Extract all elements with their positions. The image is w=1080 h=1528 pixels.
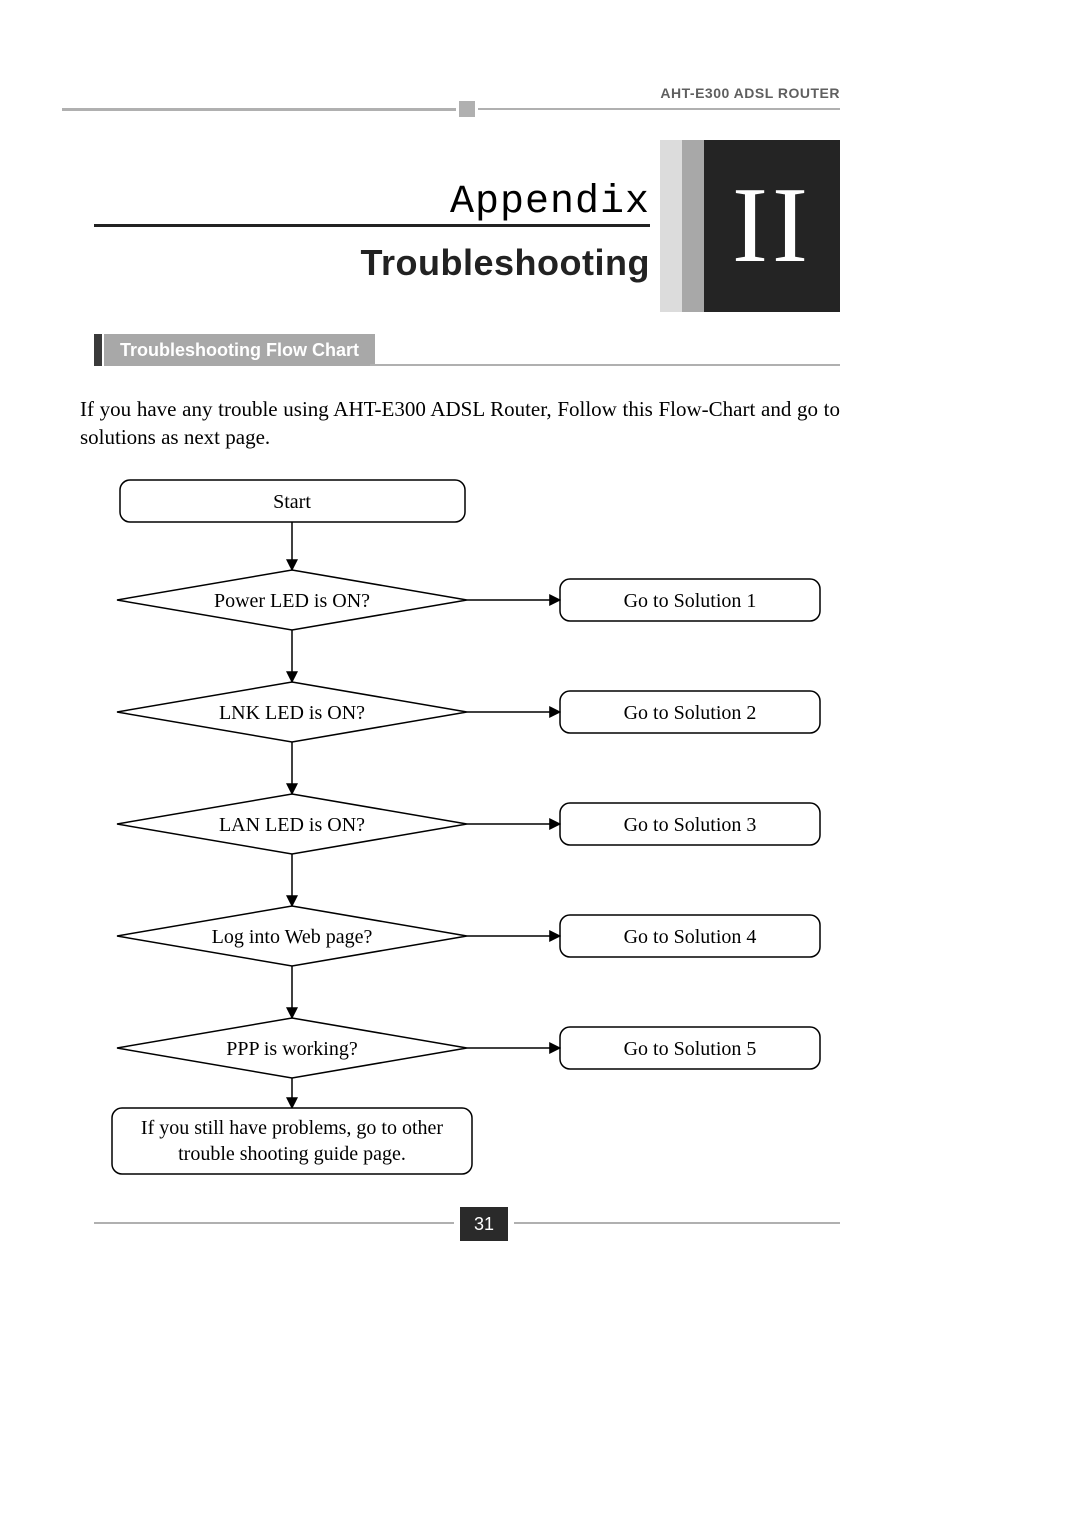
chapter-shade-mid xyxy=(682,140,704,312)
page-number: 31 xyxy=(454,1207,514,1241)
section-tab-label: Troubleshooting Flow Chart xyxy=(104,334,375,366)
header-rule-left xyxy=(62,108,456,111)
flow-solution-label-1: Go to Solution 2 xyxy=(624,702,757,724)
header-bumper xyxy=(456,101,478,117)
flow-decision-label-2: LAN LED is ON? xyxy=(219,814,365,836)
flow-solution-label-2: Go to Solution 3 xyxy=(624,814,757,836)
flow-solution-label-4: Go to Solution 5 xyxy=(624,1038,757,1060)
chapter-banner: II xyxy=(660,140,840,312)
flow-solution-label-3: Go to Solution 4 xyxy=(624,926,757,948)
flow-decision-label-3: Log into Web page? xyxy=(212,926,373,948)
intro-paragraph: If you have any trouble using AHT-E300 A… xyxy=(80,395,840,452)
section-tab-accent xyxy=(94,334,102,366)
flow-solution-label-0: Go to Solution 1 xyxy=(624,590,757,612)
chapter-shade-light xyxy=(660,140,682,312)
flow-decision-label-1: LNK LED is ON? xyxy=(219,702,365,724)
troubleshooting-flowchart: Start Power LED is ON? Go to Solution 1 LN… xyxy=(80,470,860,1200)
flow-decision-label-0: Power LED is ON? xyxy=(214,590,370,612)
flow-start-label: Start xyxy=(273,491,311,513)
chapter-label: Appendix xyxy=(450,180,650,225)
flow-end-line1: If you still have problems, go to other xyxy=(141,1117,444,1139)
section-tab-rule xyxy=(370,364,840,366)
chapter-title: Troubleshooting xyxy=(361,242,650,284)
section-tab: Troubleshooting Flow Chart xyxy=(94,334,375,366)
header-rule-right xyxy=(471,108,840,110)
flow-end-line2: trouble shooting guide page. xyxy=(178,1143,406,1165)
chapter-rule xyxy=(94,224,650,227)
chapter-number: II xyxy=(704,140,840,312)
product-name: AHT-E300 ADSL ROUTER xyxy=(660,85,840,101)
flow-decision-label-4: PPP is working? xyxy=(226,1038,358,1060)
